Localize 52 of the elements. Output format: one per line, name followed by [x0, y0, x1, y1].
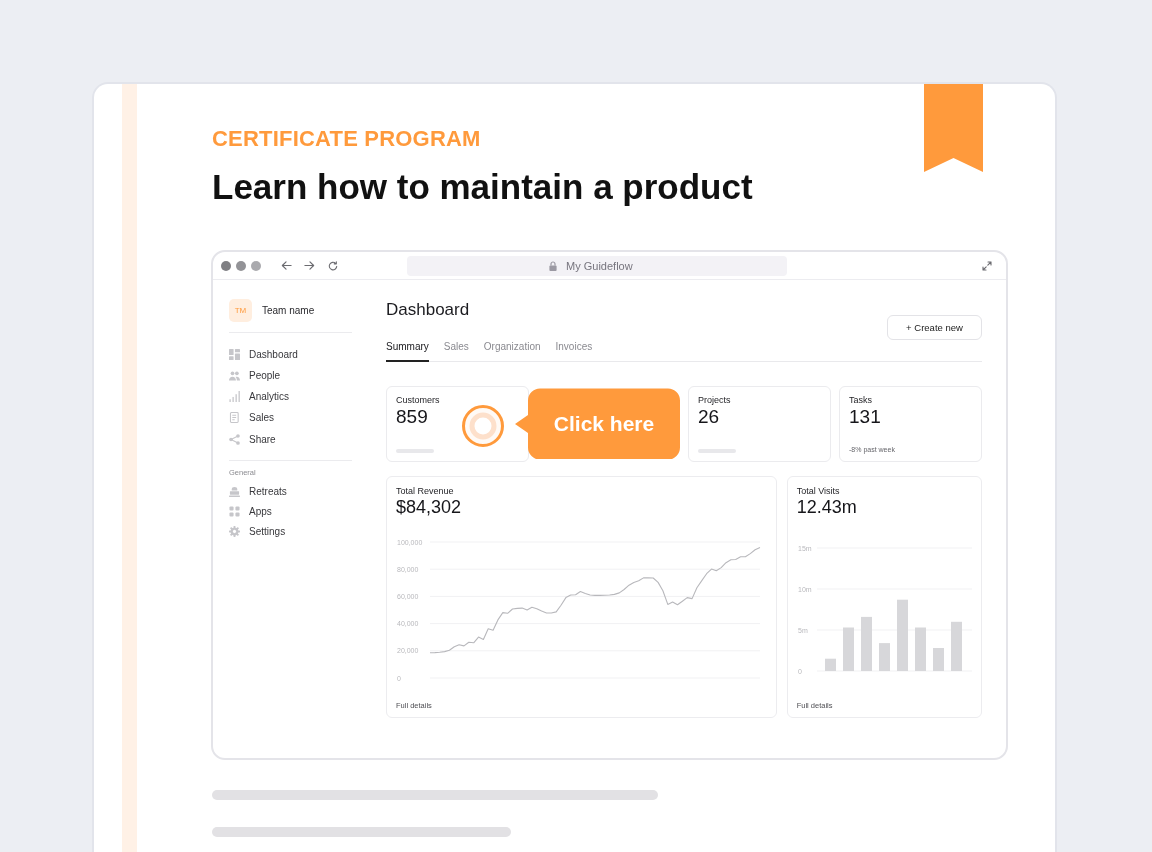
- reload-icon[interactable]: [328, 260, 338, 271]
- stat-value: 859: [396, 406, 428, 428]
- share-icon: [229, 433, 240, 445]
- page-title: Dashboard: [386, 300, 470, 321]
- apps-icon: [229, 505, 240, 517]
- layout-grid-icon: [229, 348, 240, 360]
- tab[interactable]: Sales: [443, 340, 469, 363]
- sidebar-item[interactable]: Analytics: [229, 386, 289, 408]
- chart-bar: [932, 648, 944, 672]
- chart-bar: [950, 622, 962, 672]
- tab[interactable]: Summary: [386, 340, 429, 363]
- chart-value: $84,302: [396, 497, 462, 519]
- chart-value: 12.43m: [796, 497, 857, 519]
- expand-icon[interactable]: [982, 260, 992, 271]
- team-name: Team name: [262, 304, 315, 319]
- sidebar-item[interactable]: Retreats: [229, 481, 287, 502]
- sidebar-item[interactable]: Share: [229, 428, 276, 450]
- program-label: CERTIFICATE PROGRAM: [212, 126, 481, 153]
- sidebar-item[interactable]: Apps: [229, 501, 272, 522]
- create-new-button[interactable]: + Create new: [887, 315, 982, 341]
- stat-label: Customers: [396, 395, 440, 407]
- sidebar-item[interactable]: Settings: [229, 521, 286, 542]
- stat-label: Tasks: [849, 395, 872, 407]
- sidebar-item[interactable]: Sales: [229, 407, 274, 429]
- bag-icon: [229, 485, 240, 497]
- chart-bar: [824, 659, 836, 672]
- window-controls-icon[interactable]: [221, 260, 261, 271]
- chart-bar: [842, 627, 854, 672]
- address-bar[interactable]: My Guideflow: [407, 255, 787, 276]
- people-icon: [229, 369, 240, 381]
- back-arrow-icon[interactable]: [281, 260, 292, 272]
- bar-chart-icon: [229, 391, 240, 403]
- chart-bar: [914, 627, 926, 672]
- stat-value: 26: [698, 406, 720, 428]
- sidebar-item[interactable]: People: [229, 364, 281, 386]
- stat-label: Projects: [698, 395, 731, 407]
- chart-bar: [860, 617, 872, 672]
- stat-value: 131: [849, 406, 881, 428]
- team-avatar: TM: [229, 299, 252, 323]
- tooltip: Click here: [515, 388, 680, 460]
- tab[interactable]: Invoices: [555, 340, 593, 363]
- course-title: Learn how to maintain a product: [212, 166, 753, 209]
- sidebar-item[interactable]: Dashboard: [229, 343, 298, 365]
- lock-icon: [549, 260, 557, 271]
- chart-bar: [896, 600, 908, 672]
- tab[interactable]: Organization: [483, 340, 541, 363]
- chart-title: Total Visits: [796, 486, 840, 498]
- gear-icon: [229, 525, 240, 537]
- forward-arrow-icon[interactable]: [304, 260, 315, 272]
- document-icon: [229, 412, 240, 424]
- chart-bar: [878, 643, 890, 672]
- chart-title: Total Revenue: [396, 486, 454, 498]
